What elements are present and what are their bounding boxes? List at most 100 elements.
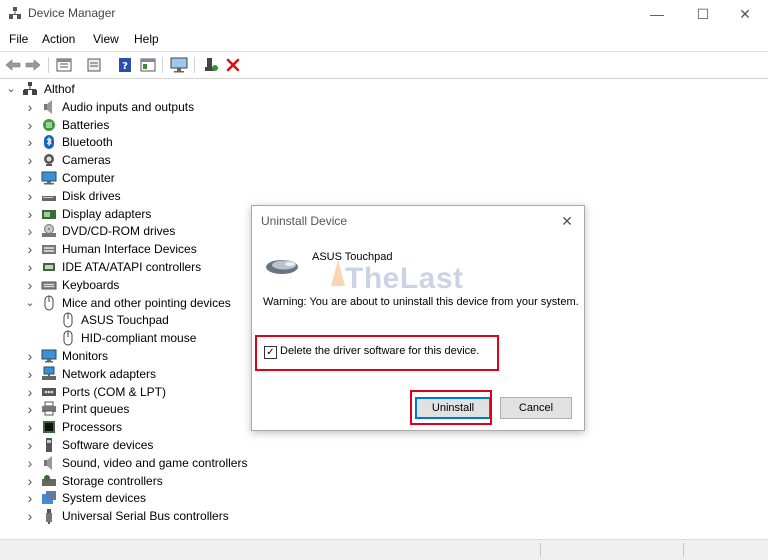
tree-item-label: Sound, video and game controllers <box>62 455 248 470</box>
tree-item-label: Display adapters <box>62 206 152 221</box>
chevron-right-icon[interactable]: › <box>24 224 36 238</box>
tree-item-system-devices[interactable]: › System devices <box>0 489 300 507</box>
mouse-icon <box>41 295 57 311</box>
tree-item-label: Batteries <box>62 117 110 132</box>
processor-icon <box>41 419 57 435</box>
tree-item-batteries[interactable]: › Batteries <box>0 116 300 134</box>
chevron-right-icon[interactable]: › <box>24 242 36 256</box>
chevron-right-icon[interactable]: › <box>24 260 36 274</box>
tree-item-label: Network adapters <box>62 366 157 381</box>
chevron-right-icon[interactable]: › <box>24 420 36 434</box>
update-driver-icon[interactable] <box>202 56 220 74</box>
mouse-icon <box>60 330 76 346</box>
maximize-button[interactable]: ☐ <box>680 0 726 28</box>
chevron-right-icon[interactable]: › <box>24 509 36 523</box>
system-devices-icon <box>41 490 57 506</box>
menu-action[interactable]: Action <box>42 32 75 46</box>
warning-text: Warning: You are about to uninstall this… <box>263 296 579 308</box>
svg-text:?: ? <box>122 61 128 72</box>
scan-hardware-icon[interactable] <box>170 56 188 74</box>
tree-item-label: Cameras <box>62 153 111 168</box>
chevron-right-icon[interactable]: › <box>24 491 36 505</box>
tree-item-label: Print queues <box>62 402 130 417</box>
chevron-right-icon[interactable]: › <box>24 171 36 185</box>
window-title: Device Manager <box>28 6 116 20</box>
tree-item-software-devices[interactable]: › Software devices <box>0 436 300 454</box>
title-bar: Device Manager — ☐ ✕ <box>0 0 768 28</box>
toolbar-separator <box>162 57 163 73</box>
tree-item-sound-video-and-game-controllers[interactable]: › Sound, video and game controllers <box>0 454 300 472</box>
chevron-right-icon[interactable]: › <box>24 367 36 381</box>
tree-item-label: Disk drives <box>62 188 121 203</box>
menu-view[interactable]: View <box>93 32 119 46</box>
chevron-right-icon[interactable]: › <box>24 153 36 167</box>
menu-help[interactable]: Help <box>134 32 159 46</box>
speaker-icon <box>41 99 57 115</box>
tree-root-althof[interactable]: ⌄ Althof <box>0 80 300 98</box>
network-adapter-icon <box>41 366 57 382</box>
tree-item-label: IDE ATA/ATAPI controllers <box>62 260 202 274</box>
tree-item-label: System devices <box>62 491 147 506</box>
help-icon[interactable]: ? <box>116 56 134 74</box>
status-separator <box>540 543 541 557</box>
details-icon[interactable] <box>85 56 103 74</box>
tree-item-computer[interactable]: › Computer <box>0 169 300 187</box>
toolbar-separator <box>194 57 195 73</box>
software-device-icon <box>41 437 57 453</box>
toolbar: ? <box>0 51 768 79</box>
minimize-button[interactable]: — <box>634 0 680 28</box>
chevron-right-icon[interactable]: › <box>24 207 36 221</box>
tree-item-label: ASUS Touchpad <box>81 313 169 328</box>
battery-icon <box>41 117 57 133</box>
forward-arrow-icon[interactable] <box>24 56 42 74</box>
chevron-right-icon[interactable]: › <box>24 135 36 149</box>
tree-item-label: Monitors <box>62 349 109 363</box>
view-panel-icon[interactable] <box>139 56 157 74</box>
keyboard-icon <box>41 277 57 293</box>
display-adapter-icon <box>41 206 57 222</box>
tree-item-label: Storage controllers <box>62 473 163 488</box>
chevron-right-icon[interactable]: › <box>24 118 36 132</box>
tree-item-bluetooth[interactable]: › Bluetooth <box>0 133 300 151</box>
tree-item-disk-drives[interactable]: › Disk drives <box>0 187 300 205</box>
printer-icon <box>41 401 57 417</box>
chevron-right-icon[interactable]: › <box>24 349 36 363</box>
tree-item-storage-controllers[interactable]: › Storage controllers <box>0 472 300 490</box>
checkbox-highlight-box <box>255 335 499 371</box>
properties-grid-icon[interactable] <box>55 56 73 74</box>
tree-item-cameras[interactable]: › Cameras <box>0 151 300 169</box>
uninstall-highlight-box <box>410 390 492 425</box>
tree-item-label: Ports (COM & LPT) <box>62 384 167 399</box>
chevron-right-icon[interactable]: › <box>24 402 36 416</box>
dialog-close-button[interactable]: ✕ <box>556 210 578 232</box>
tree-item-universal-serial-bus-controllers[interactable]: › Universal Serial Bus controllers <box>0 507 300 525</box>
chevron-right-icon[interactable]: › <box>24 189 36 203</box>
tree-root-label: Althof <box>44 82 75 96</box>
toolbar-separator <box>48 57 49 73</box>
bluetooth-icon <box>41 134 57 150</box>
monitor-icon <box>41 348 57 364</box>
close-window-button[interactable]: ✕ <box>722 0 768 28</box>
cancel-button[interactable]: Cancel <box>500 397 572 419</box>
hid-icon <box>41 241 57 257</box>
computer-tree-icon <box>22 81 38 97</box>
chevron-down-icon[interactable]: ⌄ <box>24 296 36 310</box>
back-arrow-icon[interactable] <box>4 56 22 74</box>
chevron-down-icon[interactable]: ⌄ <box>5 82 17 96</box>
port-icon <box>41 384 57 400</box>
watermark-text: TheLast <box>345 262 464 295</box>
chevron-right-icon[interactable]: › <box>24 100 36 114</box>
menu-file[interactable]: File <box>9 32 28 46</box>
tree-item-label: HID-compliant mouse <box>81 331 197 346</box>
tree-item-label: Bluetooth <box>62 135 113 150</box>
chevron-right-icon[interactable]: › <box>24 438 36 452</box>
chevron-right-icon[interactable]: › <box>24 456 36 470</box>
uninstall-x-icon[interactable] <box>224 56 242 74</box>
chevron-right-icon[interactable]: › <box>24 474 36 488</box>
tree-item-audio-inputs-and-outputs[interactable]: › Audio inputs and outputs <box>0 98 300 116</box>
chevron-right-icon[interactable]: › <box>24 278 36 292</box>
disk-drive-icon <box>41 188 57 204</box>
tree-item-label: Audio inputs and outputs <box>62 99 195 114</box>
chevron-right-icon[interactable]: › <box>24 385 36 399</box>
camera-icon <box>41 152 57 168</box>
